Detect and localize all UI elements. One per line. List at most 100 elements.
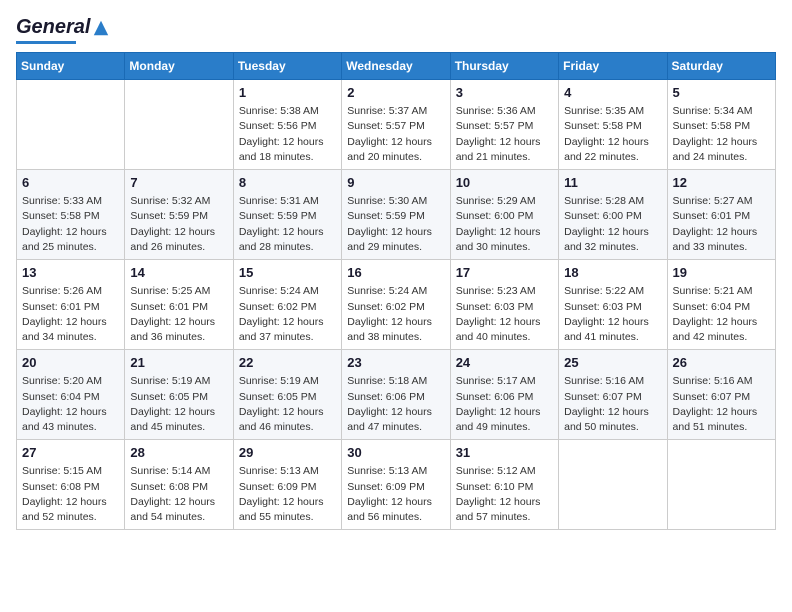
- calendar-cell: [559, 440, 667, 530]
- day-number: 25: [564, 354, 661, 372]
- calendar-cell: 15 Sunrise: 5:24 AMSunset: 6:02 PMDayligh…: [233, 260, 341, 350]
- cell-info: Sunrise: 5:21 AMSunset: 6:04 PMDaylight:…: [673, 284, 770, 345]
- calendar-cell: 25 Sunrise: 5:16 AMSunset: 6:07 PMDayligh…: [559, 350, 667, 440]
- calendar-week-row: 20 Sunrise: 5:20 AMSunset: 6:04 PMDayligh…: [17, 350, 776, 440]
- cell-info: Sunrise: 5:24 AMSunset: 6:02 PMDaylight:…: [347, 284, 444, 345]
- cell-info: Sunrise: 5:16 AMSunset: 6:07 PMDaylight:…: [564, 374, 661, 435]
- day-number: 3: [456, 84, 553, 102]
- calendar-week-row: 13Sunrise: 5:26 AMSunset: 6:01 PMDayligh…: [17, 260, 776, 350]
- calendar-cell: 4 Sunrise: 5:35 AMSunset: 5:58 PMDaylight…: [559, 80, 667, 170]
- calendar-cell: 19 Sunrise: 5:21 AMSunset: 6:04 PMDayligh…: [667, 260, 775, 350]
- day-number: 9: [347, 174, 444, 192]
- day-number: 28: [130, 444, 227, 462]
- calendar-cell: 21Sunrise: 5:19 AMSunset: 6:05 PMDayligh…: [125, 350, 233, 440]
- calendar-cell: 2Sunrise: 5:37 AMSunset: 5:57 PMDaylight…: [342, 80, 450, 170]
- cell-info: Sunrise: 5:30 AMSunset: 5:59 PMDaylight:…: [347, 194, 444, 255]
- calendar-cell: 22 Sunrise: 5:19 AMSunset: 6:05 PMDayligh…: [233, 350, 341, 440]
- cell-info: Sunrise: 5:23 AMSunset: 6:03 PMDaylight:…: [456, 284, 553, 345]
- cell-info: Sunrise: 5:29 AMSunset: 6:00 PMDaylight:…: [456, 194, 553, 255]
- day-number: 16: [347, 264, 444, 282]
- day-number: 14: [130, 264, 227, 282]
- day-number: 1: [239, 84, 336, 102]
- calendar-cell: 12 Sunrise: 5:27 AMSunset: 6:01 PMDayligh…: [667, 170, 775, 260]
- cell-info: Sunrise: 5:27 AMSunset: 6:01 PMDaylight:…: [673, 194, 770, 255]
- cell-info: Sunrise: 5:37 AMSunset: 5:57 PMDaylight:…: [347, 104, 444, 165]
- calendar-cell: 29 Sunrise: 5:13 AMSunset: 6:09 PMDayligh…: [233, 440, 341, 530]
- cell-info: Sunrise: 5:20 AMSunset: 6:04 PMDaylight:…: [22, 374, 119, 435]
- cell-info: Sunrise: 5:22 AMSunset: 6:03 PMDaylight:…: [564, 284, 661, 345]
- cell-info: Sunrise: 5:35 AMSunset: 5:58 PMDaylight:…: [564, 104, 661, 165]
- calendar-cell: 30 Sunrise: 5:13 AMSunset: 6:09 PMDayligh…: [342, 440, 450, 530]
- cell-info: Sunrise: 5:13 AMSunset: 6:09 PMDaylight:…: [239, 464, 336, 525]
- cell-info: Sunrise: 5:19 AMSunset: 6:05 PMDaylight:…: [130, 374, 227, 435]
- calendar-cell: 3Sunrise: 5:36 AMSunset: 5:57 PMDaylight…: [450, 80, 558, 170]
- day-number: 22: [239, 354, 336, 372]
- calendar-cell: 13Sunrise: 5:26 AMSunset: 6:01 PMDayligh…: [17, 260, 125, 350]
- logo-icon: [92, 19, 110, 37]
- calendar-cell: 23 Sunrise: 5:18 AMSunset: 6:06 PMDayligh…: [342, 350, 450, 440]
- day-number: 23: [347, 354, 444, 372]
- calendar-cell: 31Sunrise: 5:12 AMSunset: 6:10 PMDayligh…: [450, 440, 558, 530]
- calendar-cell: [667, 440, 775, 530]
- day-number: 19: [673, 264, 770, 282]
- day-number: 4: [564, 84, 661, 102]
- logo-general-text: General: [16, 16, 90, 39]
- calendar-cell: [125, 80, 233, 170]
- calendar-header-row: SundayMondayTuesdayWednesdayThursdayFrid…: [17, 53, 776, 80]
- cell-info: Sunrise: 5:31 AMSunset: 5:59 PMDaylight:…: [239, 194, 336, 255]
- day-number: 18: [564, 264, 661, 282]
- day-number: 17: [456, 264, 553, 282]
- calendar-cell: 7Sunrise: 5:32 AMSunset: 5:59 PMDaylight…: [125, 170, 233, 260]
- calendar-cell: 20 Sunrise: 5:20 AMSunset: 6:04 PMDayligh…: [17, 350, 125, 440]
- day-number: 20: [22, 354, 119, 372]
- day-number: 26: [673, 354, 770, 372]
- calendar-week-row: 6 Sunrise: 5:33 AMSunset: 5:58 PMDaylight…: [17, 170, 776, 260]
- day-header-friday: Friday: [559, 53, 667, 80]
- calendar-cell: 27 Sunrise: 5:15 AMSunset: 6:08 PMDayligh…: [17, 440, 125, 530]
- calendar-cell: 16 Sunrise: 5:24 AMSunset: 6:02 PMDayligh…: [342, 260, 450, 350]
- cell-info: Sunrise: 5:15 AMSunset: 6:08 PMDaylight:…: [22, 464, 119, 525]
- cell-info: Sunrise: 5:28 AMSunset: 6:00 PMDaylight:…: [564, 194, 661, 255]
- cell-info: Sunrise: 5:16 AMSunset: 6:07 PMDaylight:…: [673, 374, 770, 435]
- cell-info: Sunrise: 5:14 AMSunset: 6:08 PMDaylight:…: [130, 464, 227, 525]
- calendar-week-row: 1 Sunrise: 5:38 AMSunset: 5:56 PMDaylight…: [17, 80, 776, 170]
- cell-info: Sunrise: 5:19 AMSunset: 6:05 PMDaylight:…: [239, 374, 336, 435]
- day-number: 24: [456, 354, 553, 372]
- calendar-cell: 26 Sunrise: 5:16 AMSunset: 6:07 PMDayligh…: [667, 350, 775, 440]
- day-header-saturday: Saturday: [667, 53, 775, 80]
- day-number: 27: [22, 444, 119, 462]
- calendar-cell: [17, 80, 125, 170]
- day-number: 15: [239, 264, 336, 282]
- cell-info: Sunrise: 5:24 AMSunset: 6:02 PMDaylight:…: [239, 284, 336, 345]
- day-number: 6: [22, 174, 119, 192]
- calendar-cell: 10 Sunrise: 5:29 AMSunset: 6:00 PMDayligh…: [450, 170, 558, 260]
- day-number: 29: [239, 444, 336, 462]
- cell-info: Sunrise: 5:18 AMSunset: 6:06 PMDaylight:…: [347, 374, 444, 435]
- cell-info: Sunrise: 5:34 AMSunset: 5:58 PMDaylight:…: [673, 104, 770, 165]
- day-number: 13: [22, 264, 119, 282]
- day-header-tuesday: Tuesday: [233, 53, 341, 80]
- day-header-sunday: Sunday: [17, 53, 125, 80]
- day-number: 10: [456, 174, 553, 192]
- calendar-cell: 9 Sunrise: 5:30 AMSunset: 5:59 PMDaylight…: [342, 170, 450, 260]
- calendar-cell: 8 Sunrise: 5:31 AMSunset: 5:59 PMDaylight…: [233, 170, 341, 260]
- cell-info: Sunrise: 5:13 AMSunset: 6:09 PMDaylight:…: [347, 464, 444, 525]
- calendar-cell: 14Sunrise: 5:25 AMSunset: 6:01 PMDayligh…: [125, 260, 233, 350]
- calendar-cell: 24Sunrise: 5:17 AMSunset: 6:06 PMDayligh…: [450, 350, 558, 440]
- page-header: General: [16, 16, 776, 44]
- day-number: 8: [239, 174, 336, 192]
- calendar-cell: 28 Sunrise: 5:14 AMSunset: 6:08 PMDayligh…: [125, 440, 233, 530]
- cell-info: Sunrise: 5:32 AMSunset: 5:59 PMDaylight:…: [130, 194, 227, 255]
- day-number: 12: [673, 174, 770, 192]
- cell-info: Sunrise: 5:38 AMSunset: 5:56 PMDaylight:…: [239, 104, 336, 165]
- calendar-table: SundayMondayTuesdayWednesdayThursdayFrid…: [16, 52, 776, 530]
- day-number: 5: [673, 84, 770, 102]
- day-header-thursday: Thursday: [450, 53, 558, 80]
- calendar-cell: 5 Sunrise: 5:34 AMSunset: 5:58 PMDaylight…: [667, 80, 775, 170]
- calendar-cell: 17 Sunrise: 5:23 AMSunset: 6:03 PMDayligh…: [450, 260, 558, 350]
- day-header-wednesday: Wednesday: [342, 53, 450, 80]
- cell-info: Sunrise: 5:33 AMSunset: 5:58 PMDaylight:…: [22, 194, 119, 255]
- day-number: 30: [347, 444, 444, 462]
- logo-underline: [16, 41, 76, 44]
- logo: General: [16, 16, 110, 44]
